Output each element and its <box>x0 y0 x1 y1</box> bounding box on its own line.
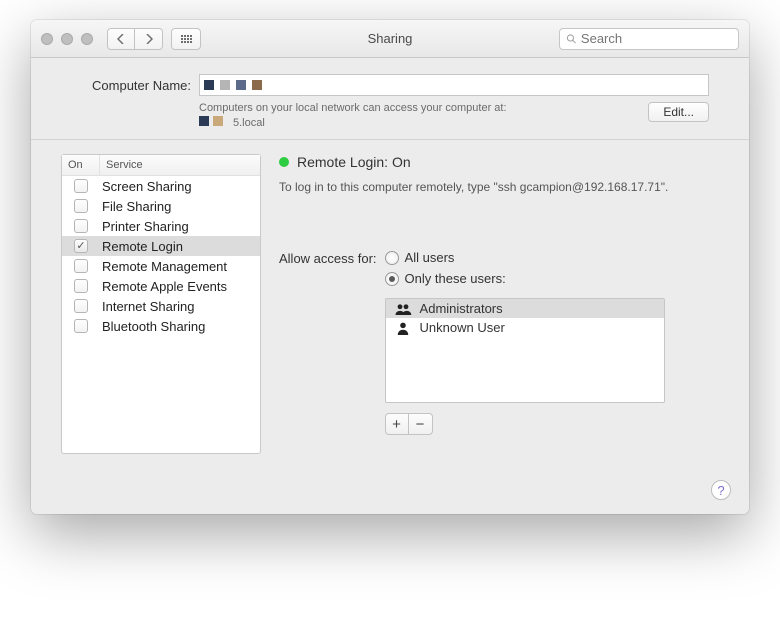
service-checkbox[interactable] <box>74 199 88 213</box>
service-detail: Remote Login: On To log in to this compu… <box>279 154 719 454</box>
service-row[interactable]: Bluetooth Sharing <box>62 316 260 336</box>
remove-user-button[interactable]: − <box>409 413 433 435</box>
column-header-on[interactable]: On <box>62 155 100 175</box>
titlebar: Sharing <box>31 20 749 58</box>
service-row[interactable]: Remote Management <box>62 256 260 276</box>
service-row[interactable]: Remote Apple Events <box>62 276 260 296</box>
edit-button[interactable]: Edit... <box>648 102 709 122</box>
back-button[interactable] <box>107 28 135 50</box>
ssh-hint: To log in to this computer remotely, typ… <box>279 180 719 194</box>
search-field[interactable] <box>559 28 739 50</box>
service-label: Printer Sharing <box>100 219 260 234</box>
computer-name-section: Computer Name: Computers on your local n… <box>31 58 749 140</box>
radio-only-these-users-label: Only these users: <box>405 271 506 286</box>
network-access-text: Computers on your local network can acce… <box>199 102 709 114</box>
main-content: On Service Screen Sharing File Sharing Pri… <box>31 140 749 514</box>
name-swatch <box>204 80 214 90</box>
user-row[interactable]: Administrators <box>386 299 664 318</box>
help-button[interactable]: ? <box>711 480 731 500</box>
service-row[interactable]: Printer Sharing <box>62 216 260 236</box>
column-header-service[interactable]: Service <box>100 155 260 175</box>
show-all-button[interactable] <box>171 28 201 50</box>
user-row[interactable]: Unknown User <box>386 318 664 337</box>
radio-all-users[interactable] <box>385 251 399 265</box>
add-user-button[interactable]: + <box>385 413 409 435</box>
forward-button[interactable] <box>135 28 163 50</box>
chevron-left-icon <box>117 34 125 44</box>
computer-name-label: Computer Name: <box>71 78 191 93</box>
user-icon <box>394 321 412 335</box>
service-label: Remote Management <box>100 259 260 274</box>
service-row[interactable]: Internet Sharing <box>62 296 260 316</box>
service-row[interactable]: Remote Login <box>62 236 260 256</box>
service-row[interactable]: Screen Sharing <box>62 176 260 196</box>
name-swatch <box>220 80 230 90</box>
service-checkbox[interactable] <box>74 219 88 233</box>
chevron-right-icon <box>145 34 153 44</box>
zoom-window-button[interactable] <box>81 33 93 45</box>
grid-icon <box>181 35 192 43</box>
service-label: Remote Apple Events <box>100 279 260 294</box>
service-label: Internet Sharing <box>100 299 260 314</box>
service-checkbox[interactable] <box>74 299 88 313</box>
service-label: Screen Sharing <box>100 179 260 194</box>
service-label: Remote Login <box>100 239 260 254</box>
user-label: Unknown User <box>420 320 505 335</box>
allow-access-label: Allow access for: <box>279 250 377 266</box>
status-text: Remote Login: On <box>297 154 411 170</box>
hostname-swatch <box>199 116 209 126</box>
radio-all-users-label: All users <box>405 250 455 265</box>
search-icon <box>566 33 577 45</box>
service-checkbox[interactable] <box>74 259 88 273</box>
service-checkbox[interactable] <box>74 319 88 333</box>
nav-buttons <box>107 28 163 50</box>
group-icon <box>394 302 412 316</box>
computer-name-field[interactable] <box>199 74 709 96</box>
name-swatch <box>252 80 262 90</box>
allowed-users-list[interactable]: Administrators Unknown User <box>385 298 665 403</box>
service-label: Bluetooth Sharing <box>100 319 260 334</box>
user-label: Administrators <box>420 301 503 316</box>
service-row[interactable]: File Sharing <box>62 196 260 216</box>
sharing-window: Sharing Computer Name: Computers on your… <box>31 20 749 514</box>
window-controls <box>41 33 93 45</box>
radio-only-these-users[interactable] <box>385 272 399 286</box>
name-swatch <box>236 80 246 90</box>
minimize-window-button[interactable] <box>61 33 73 45</box>
service-checkbox[interactable] <box>74 179 88 193</box>
hostname-swatch <box>213 116 223 126</box>
close-window-button[interactable] <box>41 33 53 45</box>
local-hostname: 5.local <box>233 117 265 129</box>
search-input[interactable] <box>581 31 732 46</box>
service-checkbox[interactable] <box>74 239 88 253</box>
services-list: On Service Screen Sharing File Sharing Pri… <box>61 154 261 454</box>
service-checkbox[interactable] <box>74 279 88 293</box>
status-indicator-icon <box>279 157 289 167</box>
service-label: File Sharing <box>100 199 260 214</box>
